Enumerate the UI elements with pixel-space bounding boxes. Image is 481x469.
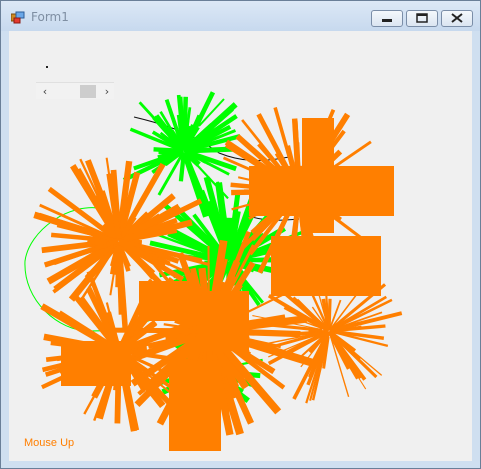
scroll-thumb[interactable] xyxy=(80,85,96,98)
close-icon xyxy=(451,13,463,23)
status-label: Mouse Up xyxy=(24,437,75,449)
orange-block xyxy=(199,291,249,351)
green-stroke xyxy=(153,147,184,154)
minimize-icon xyxy=(382,19,392,22)
client-area[interactable]: ‹ › Mouse Up xyxy=(9,31,472,461)
point-marker xyxy=(46,66,48,68)
close-button[interactable] xyxy=(441,10,473,27)
title-bar[interactable]: Form1 xyxy=(1,1,480,31)
scroll-left-arrow[interactable]: ‹ xyxy=(38,84,52,99)
orange-stroke xyxy=(115,245,122,288)
minimize-button[interactable] xyxy=(371,10,403,27)
app-icon xyxy=(11,11,25,24)
window-title: Form1 xyxy=(31,10,69,24)
scroll-right-arrow[interactable]: › xyxy=(100,84,114,99)
orange-stroke xyxy=(327,298,332,327)
orange-stroke xyxy=(108,327,202,334)
orange-block xyxy=(139,281,199,321)
orange-block xyxy=(169,361,221,451)
orange-block xyxy=(271,236,381,296)
form-window: Form1 ‹ › Mouse Up xyxy=(0,0,481,469)
maximize-icon xyxy=(416,13,428,23)
maximize-button[interactable] xyxy=(406,10,438,27)
orange-block xyxy=(61,341,131,386)
orange-block xyxy=(302,118,334,233)
horizontal-scrollbar[interactable]: ‹ › xyxy=(36,82,114,99)
